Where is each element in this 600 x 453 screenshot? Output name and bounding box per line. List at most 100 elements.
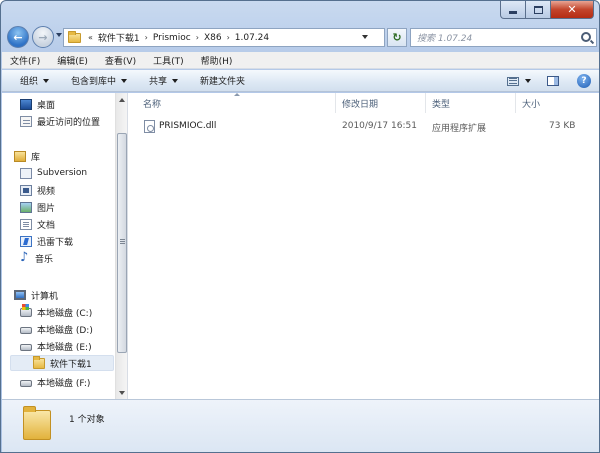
nav-item-drive-f[interactable]: 本地磁盘 (F:) xyxy=(20,374,90,390)
file-row[interactable]: PRISMIOC.dll 2010/9/17 16:51 应用程序扩展 73 K… xyxy=(129,119,599,135)
recent-pages-dropdown[interactable] xyxy=(56,33,62,37)
toolbar-right: ? xyxy=(507,70,599,92)
nav-item-drive-e[interactable]: 本地磁盘 (E:) xyxy=(20,338,92,354)
organize-button[interactable]: 组织 xyxy=(20,74,50,87)
navigation-bar: ← → « 软件下载1 › Prismioc › X86 › 1.07.24 ↻… xyxy=(1,23,599,51)
drive-icon xyxy=(20,344,32,351)
nav-item-label: 本地磁盘 (D:) xyxy=(37,325,93,336)
share-label: 共享 xyxy=(149,77,168,87)
explorer-window: ✕ ← → « 软件下载1 › Prismioc › X86 › 1.07.24… xyxy=(0,0,600,453)
nav-item-label: 本地磁盘 (E:) xyxy=(37,342,92,353)
nav-item-subversion[interactable]: Subversion xyxy=(20,165,87,181)
menu-bar: 文件(F) 编辑(E) 查看(V) 工具(T) 帮助(H) xyxy=(2,52,599,69)
minimize-icon xyxy=(509,11,517,14)
search-icon[interactable] xyxy=(581,32,591,42)
breadcrumb-item[interactable]: 软件下载1 xyxy=(98,31,140,44)
nav-item-label: 本地磁盘 (F:) xyxy=(37,378,91,389)
include-in-library-label: 包含到库中 xyxy=(71,77,117,87)
include-in-library-button[interactable]: 包含到库中 xyxy=(71,74,128,87)
column-header-name[interactable]: 名称 xyxy=(137,93,336,113)
nav-item-library[interactable]: 库 xyxy=(14,148,40,164)
breadcrumb-separator[interactable]: › xyxy=(145,33,148,42)
nav-item-label: 软件下载1 xyxy=(50,359,92,370)
content-area: 桌面 最近访问的位置 库 Subversion 视频 图片 文档 迅雷下载 音乐… xyxy=(2,93,599,399)
menu-tools[interactable]: 工具(T) xyxy=(153,54,184,67)
folder-icon xyxy=(68,30,81,43)
scroll-down-icon[interactable] xyxy=(116,386,127,399)
library-icon xyxy=(14,150,26,162)
preview-pane-icon[interactable] xyxy=(547,76,559,86)
nav-item-computer[interactable]: 计算机 xyxy=(14,287,58,303)
forward-button[interactable]: → xyxy=(32,26,54,48)
nav-item-thunder-download[interactable]: 迅雷下载 xyxy=(20,233,73,249)
nav-item-label: 视频 xyxy=(37,186,56,197)
help-icon[interactable]: ? xyxy=(577,74,591,88)
computer-icon xyxy=(14,290,26,300)
maximize-button[interactable] xyxy=(526,1,551,19)
address-dropdown-icon[interactable] xyxy=(362,35,368,39)
new-folder-button[interactable]: 新建文件夹 xyxy=(200,74,245,87)
chevron-down-icon xyxy=(172,78,179,83)
navigation-pane: 桌面 最近访问的位置 库 Subversion 视频 图片 文档 迅雷下载 音乐… xyxy=(2,93,128,399)
documents-icon xyxy=(20,218,32,230)
chevron-down-icon xyxy=(121,78,128,83)
nav-item-software-download[interactable]: 软件下载1 xyxy=(10,355,114,371)
thunder-download-icon xyxy=(20,235,32,247)
nav-item-label: 音乐 xyxy=(35,254,54,265)
recent-places-icon xyxy=(20,115,32,127)
video-icon xyxy=(20,184,32,196)
search-input[interactable]: 搜索 1.07.24 xyxy=(410,28,597,47)
column-header-size[interactable]: 大小 xyxy=(516,93,588,113)
caption-buttons: ✕ xyxy=(500,1,594,19)
forward-arrow-icon: → xyxy=(38,30,48,44)
nav-item-label: Subversion xyxy=(37,168,88,178)
nav-item-pictures[interactable]: 图片 xyxy=(20,199,55,215)
menu-file[interactable]: 文件(F) xyxy=(10,54,40,67)
drive-c-icon xyxy=(20,303,32,317)
breadcrumb-item[interactable]: X86 xyxy=(204,33,222,43)
change-view-icon[interactable] xyxy=(507,76,519,86)
breadcrumb-item[interactable]: Prismioc xyxy=(153,33,191,43)
nav-item-drive-d[interactable]: 本地磁盘 (D:) xyxy=(20,321,93,337)
menu-help[interactable]: 帮助(H) xyxy=(201,54,233,67)
nav-item-label: 迅雷下载 xyxy=(37,237,74,248)
breadcrumb-separator[interactable]: › xyxy=(196,33,199,42)
menu-edit[interactable]: 编辑(E) xyxy=(57,54,88,67)
music-icon xyxy=(20,250,30,265)
column-header-type[interactable]: 类型 xyxy=(426,93,516,113)
file-size: 73 KB xyxy=(549,121,576,131)
file-name: PRISMIOC.dll xyxy=(159,121,217,131)
nav-item-video[interactable]: 视频 xyxy=(20,182,55,198)
breadcrumb-separator[interactable]: › xyxy=(227,33,230,42)
nav-item-label: 桌面 xyxy=(37,100,56,111)
back-button[interactable]: ← xyxy=(7,26,29,48)
nav-item-desktop[interactable]: 桌面 xyxy=(20,96,55,112)
address-bar[interactable]: « 软件下载1 › Prismioc › X86 › 1.07.24 xyxy=(63,28,385,47)
menu-view[interactable]: 查看(V) xyxy=(105,54,136,67)
nav-item-recent-places[interactable]: 最近访问的位置 xyxy=(20,113,100,129)
view-options-chevron-icon[interactable] xyxy=(525,79,531,83)
scrollbar-thumb[interactable] xyxy=(117,133,127,353)
refresh-button[interactable]: ↻ xyxy=(387,28,407,47)
breadcrumb-item[interactable]: 1.07.24 xyxy=(235,33,269,43)
nav-scrollbar[interactable] xyxy=(115,93,127,399)
nav-item-label: 文档 xyxy=(37,220,56,231)
breadcrumb-overflow[interactable]: « xyxy=(88,33,93,42)
nav-item-documents[interactable]: 文档 xyxy=(20,216,55,232)
dll-file-icon xyxy=(144,120,155,133)
minimize-button[interactable] xyxy=(500,1,526,19)
nav-item-music[interactable]: 音乐 xyxy=(20,250,53,266)
pictures-icon xyxy=(20,201,32,213)
refresh-icon: ↻ xyxy=(392,31,402,44)
share-button[interactable]: 共享 xyxy=(149,74,179,87)
drive-icon xyxy=(20,380,32,387)
close-button[interactable]: ✕ xyxy=(551,1,594,19)
nav-item-label: 计算机 xyxy=(31,291,59,302)
chevron-down-icon xyxy=(43,78,50,83)
column-header-date[interactable]: 修改日期 xyxy=(336,93,426,113)
scroll-up-icon[interactable] xyxy=(116,93,127,106)
file-list: 名称 修改日期 类型 大小 PRISMIOC.dll 2010/9/17 16:… xyxy=(129,93,599,399)
nav-item-drive-c[interactable]: 本地磁盘 (C:) xyxy=(20,303,92,320)
command-bar: 组织 包含到库中 共享 新建文件夹 ? xyxy=(2,70,599,92)
nav-item-label: 图片 xyxy=(37,203,56,214)
